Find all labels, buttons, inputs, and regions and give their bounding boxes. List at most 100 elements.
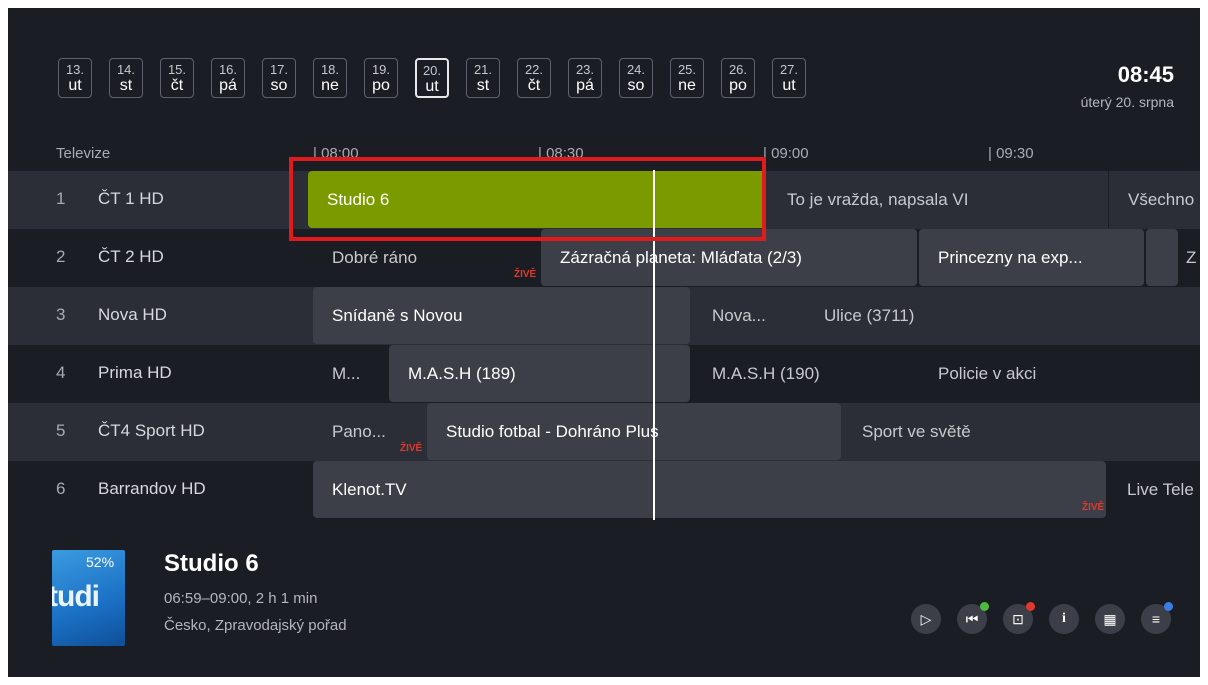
channel-name[interactable]: Barrandov HD [98, 479, 206, 499]
calendar-button[interactable]: ▦ [1095, 604, 1125, 634]
record-icon: ⊡ [1012, 611, 1024, 627]
calendar-icon: ▦ [1103, 611, 1117, 627]
date-weekday: ne [678, 77, 696, 94]
record-button[interactable]: ⊡ [1003, 602, 1035, 634]
time-marker-0930: | 09:30 [988, 145, 1034, 162]
date-day: 26. [728, 62, 748, 77]
date-day: 16. [218, 62, 238, 77]
date-day: 20. [422, 63, 442, 78]
program-vsechno[interactable]: Všechno [1108, 171, 1200, 228]
program-nova[interactable]: Nova... [693, 287, 803, 344]
program-genre: Česko, Zpravodajský pořad [164, 617, 347, 634]
program-thumbnail: 52% tudi [52, 550, 125, 646]
date-day: 24. [626, 62, 646, 77]
channel-number: 4 [56, 363, 66, 382]
program-policie[interactable]: Policie v akci [919, 345, 1200, 402]
date-20-selected[interactable]: 20. ut [415, 58, 449, 98]
date-weekday: ne [321, 77, 339, 94]
menu-icon: ≡ [1151, 611, 1161, 627]
time-marker-0900: | 09:00 [763, 145, 809, 162]
restart-button[interactable]: ⏮ [957, 602, 989, 634]
date-day: 27. [779, 62, 799, 77]
date-15[interactable]: 15. čt [160, 58, 194, 98]
channel-number: 2 [56, 247, 66, 266]
program-short[interactable] [1146, 229, 1178, 286]
channel-name[interactable]: Nova HD [98, 305, 167, 325]
date-weekday: so [270, 77, 288, 94]
menu-button[interactable]: ≡ [1141, 602, 1173, 634]
program-ulice[interactable]: Ulice (3711) [805, 287, 1200, 344]
date-weekday: čt [170, 77, 184, 94]
info-icon: i [1062, 611, 1066, 626]
play-button[interactable]: ▷ [911, 604, 941, 634]
date-weekday: čt [527, 77, 541, 94]
thumbnail-text: tudi [52, 580, 100, 613]
date-day: 13. [65, 62, 85, 77]
date-weekday: so [627, 77, 645, 94]
date-day: 19. [371, 62, 391, 77]
live-badge: ŽIVĚ [514, 269, 537, 280]
status-dot [1164, 602, 1173, 611]
program-to-je-vrazda[interactable]: To je vražda, napsala VI [768, 171, 1108, 228]
program-live-tele[interactable]: Live Tele [1108, 461, 1200, 518]
channel-row-4: 4 Prima HD M... M.A.S.H (189) M.A.S.H (1… [8, 345, 1200, 403]
program-sport-ve-svete[interactable]: Sport ve světě [843, 403, 1200, 460]
date-26[interactable]: 26. po [721, 58, 755, 98]
date-weekday: po [372, 77, 390, 94]
program-m[interactable]: M... [313, 345, 388, 402]
date-23[interactable]: 23. pá [568, 58, 602, 98]
date-weekday: pá [576, 77, 594, 94]
date-day: 18. [320, 62, 340, 77]
channel-number: 6 [56, 479, 66, 498]
program-mash-190[interactable]: M.A.S.H (190) [693, 345, 918, 402]
channel-row-3: 3 Nova HD Snídaně s Novou Nova... Ulice … [8, 287, 1200, 345]
date-day: 14. [116, 62, 136, 77]
date-weekday: st [476, 77, 490, 94]
program-time: 06:59–09:00, 2 h 1 min [164, 590, 318, 607]
live-badge: ŽIVĚ [400, 443, 423, 454]
date-22[interactable]: 22. čt [517, 58, 551, 98]
channel-name[interactable]: ČT 1 HD [98, 189, 164, 209]
status-dot [980, 602, 989, 611]
program-klenot-tv[interactable]: Klenot.TV [313, 461, 1106, 518]
channel-number: 3 [56, 305, 66, 324]
date-19[interactable]: 19. po [364, 58, 398, 98]
program-mash-189[interactable]: M.A.S.H (189) [389, 345, 690, 402]
date-21[interactable]: 21. st [466, 58, 500, 98]
progress-percent: 52% [86, 554, 115, 570]
restart-icon: ⏮ [965, 611, 979, 627]
clock-time: 08:45 [1117, 62, 1174, 87]
date-day: 15. [167, 62, 187, 77]
date-day: 25. [677, 62, 697, 77]
date-25[interactable]: 25. ne [670, 58, 704, 98]
date-day: 22. [524, 62, 544, 77]
date-17[interactable]: 17. so [262, 58, 296, 98]
channel-name[interactable]: ČT 2 HD [98, 247, 164, 267]
channel-name[interactable]: ČT4 Sport HD [98, 421, 205, 441]
channel-row-5: 5 ČT4 Sport HD Pano... ŽIVĚ Studio fotba… [8, 403, 1200, 461]
clock-date: úterý 20. srpna [1080, 94, 1174, 110]
section-label: Televize [56, 145, 111, 162]
date-14[interactable]: 14. st [109, 58, 143, 98]
date-day: 21. [473, 62, 493, 77]
date-16[interactable]: 16. pá [211, 58, 245, 98]
date-weekday: pá [219, 77, 237, 94]
date-13[interactable]: 13. ut [58, 58, 92, 98]
program-snidane[interactable]: Snídaně s Novou [313, 287, 690, 344]
live-badge: ŽIVĚ [1082, 502, 1105, 513]
date-18[interactable]: 18. ne [313, 58, 347, 98]
play-icon: ▷ [920, 611, 932, 627]
channel-number: 5 [56, 421, 66, 440]
date-weekday: po [729, 77, 747, 94]
info-button[interactable]: i [1049, 604, 1079, 634]
tv-guide-screen: 13. ut 14. st 15. čt 16. pá 17. so 18. ne 19. p… [8, 8, 1200, 677]
date-24[interactable]: 24. so [619, 58, 653, 98]
program-z[interactable]: Z [1180, 229, 1200, 286]
program-princezny[interactable]: Princezny na exp... [919, 229, 1144, 286]
program-title: Studio 6 [164, 550, 259, 577]
channel-name[interactable]: Prima HD [98, 363, 172, 383]
status-dot [1026, 602, 1035, 611]
date-day: 23. [575, 62, 595, 77]
program-studio-fotbal[interactable]: Studio fotbal - Dohráno Plus [427, 403, 841, 460]
date-27[interactable]: 27. ut [772, 58, 806, 98]
